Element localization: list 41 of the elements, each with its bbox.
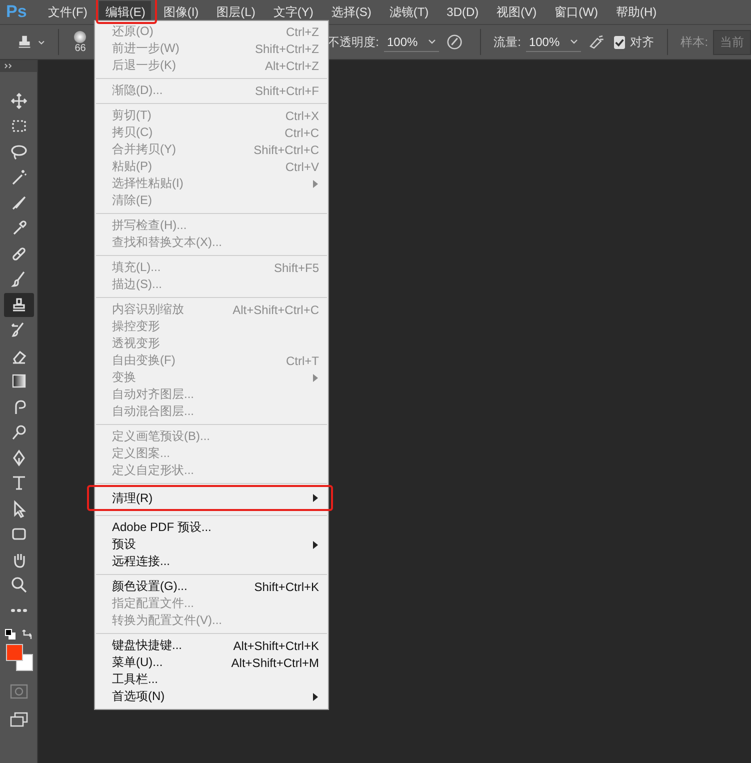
menu-item[interactable]: 首选项(N) [95, 688, 328, 705]
menu-item[interactable]: 远程连接... [95, 553, 328, 570]
brush-size: 66 [74, 42, 86, 54]
menu[interactable]: 3D(D) [440, 2, 485, 22]
shortcut: Shift+Ctrl+C [254, 142, 319, 156]
shortcut: Ctrl+V [285, 160, 319, 174]
menu[interactable]: 滤镜(T) [383, 0, 435, 24]
shortcut: Alt+Shift+Ctrl+K [233, 638, 319, 652]
shortcut: Shift+Ctrl+F [254, 84, 319, 98]
flow-label: 流量: [494, 34, 521, 50]
shortcut: Alt+Ctrl+Z [264, 58, 319, 72]
menu-item[interactable]: 预设 [95, 536, 328, 553]
shortcut: Alt+Shift+Ctrl+M [231, 656, 319, 670]
menu[interactable]: 图层(L) [210, 0, 262, 24]
menu[interactable]: 视图(V) [490, 0, 543, 24]
menu-item[interactable]: 菜单(U)... Alt+Shift+Ctrl+M [95, 654, 328, 671]
app-logo: Ps [6, 2, 28, 22]
sample-label: 样本: [680, 34, 708, 50]
menu[interactable]: 图像(I) [157, 0, 205, 24]
menu[interactable]: 选择(S) [325, 0, 378, 24]
shortcut: Ctrl+Z [286, 24, 319, 38]
menu-item[interactable]: 键盘快捷键... Alt+Shift+Ctrl+K [95, 637, 328, 654]
menu-item[interactable]: 清理(R) [95, 487, 328, 509]
menu[interactable]: 文件(F) [42, 0, 94, 24]
shortcut: Shift+Ctrl+Z [254, 42, 319, 56]
menu-item[interactable]: 颜色设置(G)... Shift+Ctrl+K [95, 578, 328, 595]
shortcut: Alt+Shift+Ctrl+C [232, 302, 319, 316]
menu[interactable]: 窗口(W) [548, 0, 604, 24]
aligned-label: 对齐 [630, 34, 654, 50]
menu-item[interactable]: 工具栏... [95, 671, 328, 688]
sample-dropdown[interactable]: 当前 [713, 30, 751, 54]
menu[interactable]: 帮助(H) [610, 0, 663, 24]
menu-item[interactable]: Adobe PDF 预设... [95, 519, 328, 536]
shortcut: Shift+F5 [274, 260, 319, 274]
shortcut: Ctrl+T [286, 354, 319, 368]
opacity-dropdown[interactable]: 100% [384, 32, 439, 52]
shortcut: Ctrl+C [284, 126, 319, 140]
menu[interactable]: 文字(Y) [267, 0, 320, 24]
flow-dropdown[interactable]: 100% [526, 32, 581, 52]
shortcut: Ctrl+X [285, 108, 319, 122]
shortcut: Shift+Ctrl+K [254, 580, 319, 594]
